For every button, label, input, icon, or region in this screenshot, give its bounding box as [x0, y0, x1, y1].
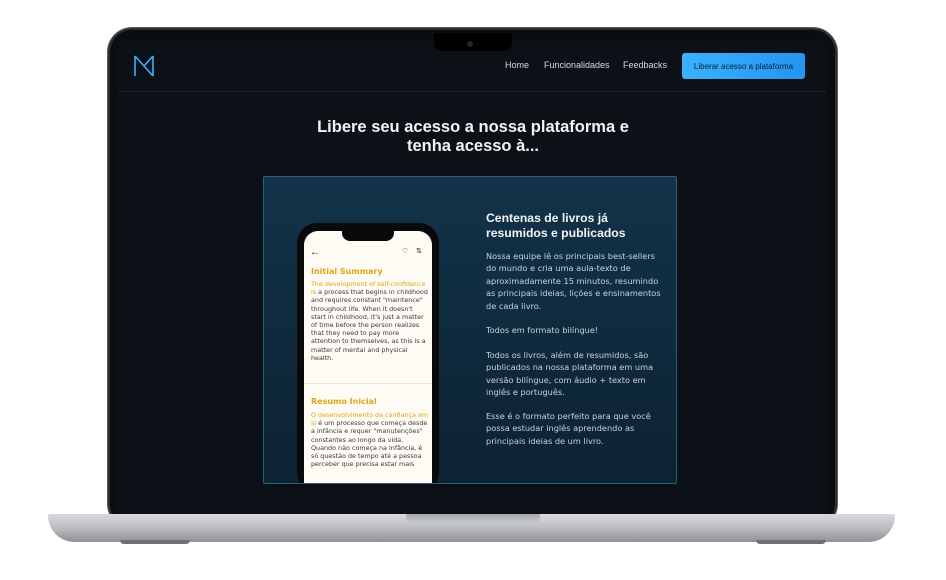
phone-screen: ← ♡ ⇅ Initial Summary The development of…	[304, 231, 432, 483]
laptop-foot	[120, 540, 190, 544]
unlock-access-button[interactable]: Liberar acesso a plataforma	[682, 53, 805, 79]
brand-logo-icon[interactable]	[133, 54, 155, 78]
phone-mockup: ← ♡ ⇅ Initial Summary The development of…	[297, 223, 439, 483]
phone-body-pt: é um processo que começa desde a infânci…	[311, 419, 428, 469]
phone-section-title-pt: Resumo Inicial	[311, 397, 377, 406]
feature-paragraph: Todos em formato bilíngue!	[486, 325, 599, 335]
feature-paragraph: Esse é o formato perfeito para que você …	[486, 411, 651, 446]
laptop-foot	[756, 540, 826, 544]
nav-link-funcionalidades[interactable]: Funcionalidades	[544, 60, 610, 70]
nav-link-home[interactable]: Home	[505, 60, 529, 70]
feature-card: ← ♡ ⇅ Initial Summary The development of…	[263, 176, 677, 484]
feature-paragraph: Todos os livros, além de resumidos, são …	[486, 350, 654, 398]
nav-link-feedbacks[interactable]: Feedbacks	[623, 60, 667, 70]
laptop-base-notch	[406, 514, 540, 524]
phone-divider	[304, 383, 432, 384]
phone-body-en: a process that begins in childhood and r…	[311, 288, 428, 362]
back-arrow-icon[interactable]: ←	[310, 247, 320, 258]
page-title: Libere seu acesso a nossa plataforma e t…	[317, 118, 629, 155]
phone-section-title-en: Initial Summary	[311, 267, 383, 276]
feature-paragraph: Nossa equipe lê os principais best-selle…	[486, 251, 661, 311]
phone-text-en: The development of self-confidence is a …	[311, 280, 429, 362]
heart-icon[interactable]: ♡	[402, 247, 408, 255]
phone-text-pt: O desenvolvimento da confiança em si é u…	[311, 411, 429, 468]
phone-notch	[342, 231, 394, 241]
camera-notch	[434, 33, 512, 51]
webcam	[467, 41, 473, 47]
feature-title: Centenas de livros já resumidos e public…	[486, 211, 626, 240]
phone-header: ← ♡ ⇅	[304, 245, 432, 263]
sliders-icon[interactable]: ⇅	[416, 247, 422, 255]
laptop-screen: Home Funcionalidades Feedbacks Liberar a…	[118, 40, 827, 514]
